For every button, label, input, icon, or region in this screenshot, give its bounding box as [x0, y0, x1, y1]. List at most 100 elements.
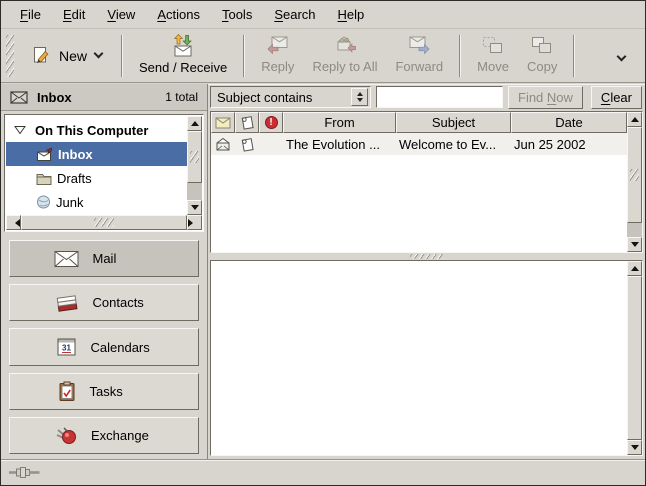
down-arrow-icon	[631, 445, 639, 450]
scrollbar-trough[interactable]	[627, 223, 642, 237]
toolbar-overflow-chevron-icon	[617, 52, 627, 62]
move-button[interactable]: Move	[468, 31, 518, 81]
menu-file[interactable]: File	[9, 2, 52, 27]
forward-icon	[407, 34, 432, 56]
menu-tools[interactable]: Tools	[211, 2, 263, 27]
menu-view[interactable]: View	[96, 2, 146, 27]
menu-actions[interactable]: Actions	[146, 2, 211, 27]
search-input[interactable]	[376, 86, 503, 108]
scrollbar-thumb[interactable]	[21, 215, 187, 230]
tree-item-label: Junk	[56, 195, 83, 210]
search-criteria-combo[interactable]: Subject contains	[210, 86, 371, 108]
column-importance[interactable]: !	[259, 112, 283, 133]
column-status[interactable]	[211, 112, 235, 133]
column-subject[interactable]: Subject	[396, 112, 511, 133]
column-from[interactable]: From	[283, 112, 396, 133]
tree-node-inbox[interactable]: Inbox	[6, 142, 187, 166]
copy-button[interactable]: Copy	[518, 31, 566, 81]
switcher-contacts-button[interactable]: Contacts	[9, 284, 199, 321]
attachment-note-icon	[240, 115, 255, 130]
move-icon	[481, 35, 505, 56]
switcher-tasks-button[interactable]: Tasks	[9, 373, 199, 410]
online-status-plug-icon[interactable]	[9, 466, 40, 479]
pane-splitter[interactable]	[208, 253, 645, 260]
scroll-right-icon[interactable]	[187, 215, 202, 230]
toolbar-overflow-button[interactable]	[614, 44, 629, 67]
clear-button[interactable]: Clear	[591, 86, 642, 109]
forward-button[interactable]: Forward	[386, 30, 452, 81]
toolbar-grip[interactable]	[6, 35, 14, 77]
new-button-label: New	[59, 48, 87, 64]
menu-edit[interactable]: Edit	[52, 2, 96, 27]
message-status-envelope-icon	[215, 117, 231, 129]
tree-node-junk[interactable]: Junk	[6, 190, 187, 214]
message-row[interactable]: The Evolution ... Welcome to Ev... Jun 2…	[211, 133, 627, 155]
down-arrow-icon	[631, 242, 639, 247]
scrollbar-thumb[interactable]	[187, 131, 202, 183]
calendar-icon: 31	[56, 337, 78, 357]
menubar: File Edit View Actions Tools Search Help	[1, 1, 645, 29]
menu-help[interactable]: Help	[327, 2, 376, 27]
exchange-plug-icon	[55, 425, 78, 445]
status-bar	[1, 459, 645, 485]
expander-triangle-icon[interactable]	[14, 125, 26, 135]
send-receive-button[interactable]: Send / Receive	[130, 30, 236, 82]
up-arrow-icon	[631, 266, 639, 271]
right-arrow-icon	[188, 219, 201, 227]
scrollbar-trough[interactable]	[187, 183, 202, 200]
move-label: Move	[477, 59, 509, 74]
message-from: The Evolution ...	[283, 137, 396, 152]
scroll-down-icon[interactable]	[627, 440, 642, 455]
left-arrow-icon	[7, 219, 20, 227]
preview-vertical-scrollbar[interactable]	[627, 261, 642, 455]
folder-title: Inbox	[37, 90, 72, 105]
splitter-grip[interactable]	[410, 254, 444, 259]
scroll-down-icon[interactable]	[187, 200, 202, 215]
toolbar-separator	[121, 35, 123, 77]
column-date[interactable]: Date	[511, 112, 627, 133]
menu-search[interactable]: Search	[263, 2, 326, 27]
folder-tree-vertical-scrollbar[interactable]	[187, 116, 202, 215]
combo-arrows-icon[interactable]	[351, 88, 368, 106]
message-subject: Welcome to Ev...	[396, 137, 511, 152]
scrollbar-thumb[interactable]	[627, 276, 642, 440]
thumb-grip	[630, 169, 639, 181]
find-now-button[interactable]: Find Now	[508, 86, 583, 109]
junk-folder-icon	[36, 195, 51, 209]
message-list-header: ! From Subject Date	[211, 112, 627, 133]
scroll-up-icon[interactable]	[627, 261, 642, 276]
new-button[interactable]: New	[19, 40, 114, 72]
reply-to-all-button[interactable]: Reply to All	[303, 30, 386, 81]
scroll-up-icon[interactable]	[627, 112, 642, 127]
attachment-note-icon	[235, 137, 259, 152]
scrollbar-thumb[interactable]	[627, 127, 642, 223]
new-dropdown-chevron-icon[interactable]	[94, 49, 104, 59]
scroll-left-icon[interactable]	[6, 215, 21, 230]
switcher-label: Calendars	[91, 340, 153, 355]
component-switcher: Mail Contacts	[1, 234, 207, 459]
reply-icon	[265, 34, 290, 56]
reply-to-all-icon	[332, 34, 357, 56]
tree-node-drafts[interactable]: Drafts	[6, 166, 187, 190]
reply-to-all-label: Reply to All	[312, 59, 377, 74]
scroll-up-icon[interactable]	[187, 116, 202, 131]
switcher-calendars-button[interactable]: 31 Calendars	[9, 328, 199, 365]
tree-item-label: Drafts	[57, 171, 92, 186]
switcher-label: Exchange	[91, 428, 153, 443]
message-list-vertical-scrollbar[interactable]	[627, 112, 642, 252]
scroll-down-icon[interactable]	[627, 237, 642, 252]
reply-button[interactable]: Reply	[252, 30, 303, 81]
folder-tree-horizontal-scrollbar[interactable]	[6, 215, 202, 230]
mail-icon	[54, 250, 80, 268]
toolbar-separator	[573, 35, 575, 77]
tasks-icon	[57, 381, 77, 402]
tree-node-on-this-computer[interactable]: On This Computer	[6, 118, 187, 142]
switcher-exchange-button[interactable]: Exchange	[9, 417, 199, 454]
folder-tree: On This Computer Inbox	[4, 114, 204, 232]
switcher-mail-button[interactable]: Mail	[9, 240, 199, 277]
switcher-label: Contacts	[93, 295, 155, 310]
preview-pane[interactable]	[210, 260, 643, 456]
read-message-icon	[211, 137, 235, 151]
toolbar: New Send / Receive	[1, 29, 645, 83]
column-attachment[interactable]	[235, 112, 259, 133]
